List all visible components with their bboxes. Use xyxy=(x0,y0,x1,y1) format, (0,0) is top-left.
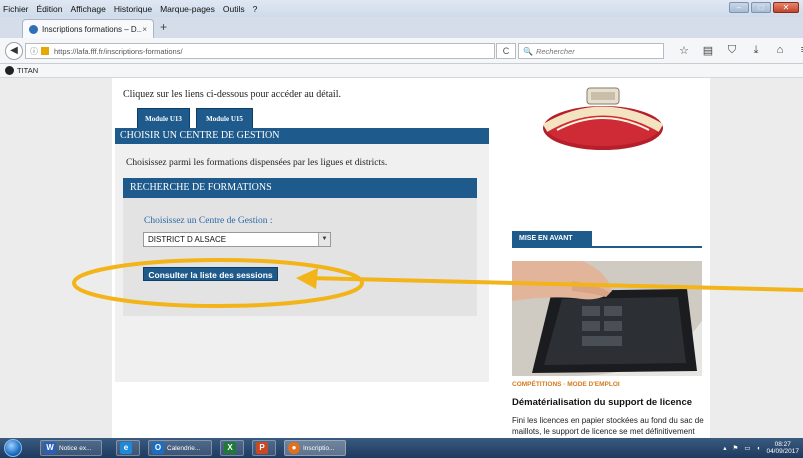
outlook-icon: O xyxy=(152,442,164,454)
menu-outils[interactable]: Outils xyxy=(223,4,245,14)
search-input[interactable] xyxy=(535,46,656,56)
taskbar-label: Notice ex... xyxy=(59,444,92,452)
taskbar-label: Inscriptio... xyxy=(303,444,335,452)
taskbar-item-outlook[interactable]: O Calendrie... xyxy=(148,440,212,456)
article-category[interactable]: COMPÉTITIONS · MODE D'EMPLOI xyxy=(512,381,620,388)
mise-en-avant-rule xyxy=(512,246,702,248)
toolbar-icons: ☆ ▤ ⛉ ⤓ ⌂ ≡ xyxy=(678,44,803,57)
mise-en-avant-tab: MISE EN AVANT xyxy=(512,231,592,247)
flag-icon[interactable]: ⚑ xyxy=(733,444,739,452)
tab-close-icon[interactable]: × xyxy=(142,25,147,34)
menu-historique[interactable]: Historique xyxy=(114,4,152,14)
tab-bar: Inscriptions formations – D... × + xyxy=(0,17,803,38)
search-box[interactable]: 🔍 xyxy=(518,43,664,59)
start-button-icon[interactable] xyxy=(4,439,22,457)
close-window-icon[interactable]: ✕ xyxy=(773,2,799,13)
article-body: Fini les licences en papier stockées au … xyxy=(512,416,704,436)
section-header: CHOISIR UN CENTRE DE GESTION xyxy=(115,128,489,144)
system-tray: ▴ ⚑ ▭ ◖ 08:27 04/09/2017 xyxy=(723,441,799,455)
bookmark-star-icon[interactable]: ☆ xyxy=(678,44,690,57)
search-icon: 🔍 xyxy=(523,46,533,56)
taskbar-item-firefox[interactable]: ● Inscriptio... xyxy=(284,440,346,456)
kronenbourg-logo xyxy=(542,87,664,150)
internet-explorer-icon: e xyxy=(120,442,132,454)
tab-module-u15[interactable]: Module U15 xyxy=(196,108,253,128)
maximize-icon[interactable]: □ xyxy=(751,2,771,13)
new-tab-button[interactable]: + xyxy=(160,20,167,34)
page-viewport: Cliquez sur les liens ci-dessous pour ac… xyxy=(0,78,803,438)
bookmark-titan[interactable]: TITAN xyxy=(17,66,38,75)
taskbar-item-ie[interactable]: e xyxy=(116,440,140,456)
site-favicon-icon xyxy=(29,24,38,34)
browser-tab[interactable]: Inscriptions formations – D... × xyxy=(22,19,154,38)
network-icon[interactable]: ▭ xyxy=(744,444,750,452)
taskbar-label: Calendrie... xyxy=(167,444,201,452)
powerpoint-icon: P xyxy=(256,442,268,454)
article-title[interactable]: Dématérialisation du support de licence xyxy=(512,397,692,408)
titan-icon xyxy=(5,66,14,75)
volume-icon[interactable]: ◖ xyxy=(757,445,761,452)
minimize-icon[interactable]: – xyxy=(729,2,749,13)
chevron-down-icon[interactable]: ▼ xyxy=(318,233,330,246)
centre-select[interactable]: DISTRICT D ALSACE ▼ xyxy=(143,232,331,247)
search-header: RECHERCHE DE FORMATIONS xyxy=(123,178,477,198)
bookmarks-bar: TITAN xyxy=(0,64,803,78)
clock[interactable]: 08:27 04/09/2017 xyxy=(766,441,799,455)
menu-edition[interactable]: Édition xyxy=(37,4,63,14)
home-icon[interactable]: ⌂ xyxy=(774,44,786,57)
clock-time: 08:27 xyxy=(774,441,791,448)
window-controls: – □ ✕ xyxy=(729,2,799,13)
centre-label: Choisissez un Centre de Gestion : xyxy=(144,216,273,226)
menu-icon[interactable]: ≡ xyxy=(798,44,803,57)
word-icon: W xyxy=(44,442,56,454)
firefox-icon: ● xyxy=(288,442,300,454)
excel-icon: X xyxy=(224,442,236,454)
tray-chevron-icon[interactable]: ▴ xyxy=(723,444,726,452)
url-text: https://lafa.fff.fr/inscriptions-formati… xyxy=(54,46,183,56)
tablet-photo[interactable] xyxy=(512,261,702,376)
bookmarks-list-icon[interactable]: ▤ xyxy=(702,44,714,57)
back-button[interactable]: ◀ xyxy=(5,42,23,60)
warning-icon xyxy=(41,47,49,55)
address-bar[interactable]: ⓘ https://lafa.fff.fr/inscriptions-forma… xyxy=(25,43,495,59)
clock-date: 04/09/2017 xyxy=(766,448,799,455)
centre-selected-value: DISTRICT D ALSACE xyxy=(148,235,227,244)
menu-help[interactable]: ? xyxy=(253,4,258,14)
tab-title: Inscriptions formations – D... xyxy=(42,24,143,34)
taskbar-item-powerpoint[interactable]: P xyxy=(252,440,276,456)
download-icon[interactable]: ⤓ xyxy=(750,44,762,57)
taskbar-item-word[interactable]: W Notice ex... xyxy=(40,440,102,456)
intro-text: Cliquez sur les liens ci-dessous pour ac… xyxy=(123,89,341,100)
navigation-bar: ◀ ⓘ https://lafa.fff.fr/inscriptions-for… xyxy=(0,38,803,64)
pocket-icon[interactable]: ⛉ xyxy=(726,44,738,57)
menu-bar: Fichier Édition Affichage Historique Mar… xyxy=(0,0,803,17)
taskbar: W Notice ex... e O Calendrie... X P ● In… xyxy=(0,438,803,458)
menu-fichier[interactable]: Fichier xyxy=(3,4,29,14)
choose-text: Choisissez parmi les formations dispensé… xyxy=(126,158,388,168)
menu-affichage[interactable]: Affichage xyxy=(71,4,106,14)
menu-marque-pages[interactable]: Marque-pages xyxy=(160,4,215,14)
consult-sessions-button[interactable]: Consulter la liste des sessions xyxy=(143,267,278,281)
tab-module-u13[interactable]: Module U13 xyxy=(137,108,190,128)
info-icon[interactable]: ⓘ xyxy=(30,46,38,57)
taskbar-item-excel[interactable]: X xyxy=(220,440,244,456)
reload-icon[interactable]: C xyxy=(496,43,516,59)
